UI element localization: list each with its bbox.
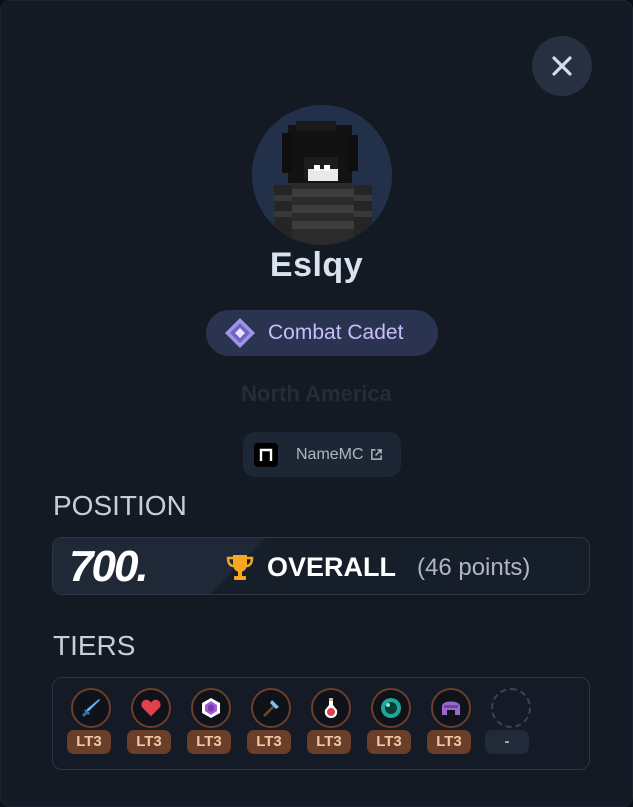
- tier-heart[interactable]: LT3: [127, 688, 173, 758]
- potion-icon: [324, 698, 338, 718]
- tier-pearl-circle: [371, 688, 411, 728]
- heart-icon: [141, 699, 161, 717]
- tier-badge: LT3: [247, 730, 291, 754]
- axe-icon: [263, 700, 279, 717]
- tier-heart-circle: [131, 688, 171, 728]
- empty-slot-icon: [491, 688, 531, 728]
- position-card: 700. OVERALL (46 points): [52, 537, 590, 595]
- tier-potion[interactable]: LT3: [307, 688, 353, 758]
- tier-crystal[interactable]: LT3: [187, 688, 233, 758]
- tier-potion-circle: [311, 688, 351, 728]
- tier-badge: LT3: [67, 730, 111, 754]
- tier-axe-circle: [251, 688, 291, 728]
- namemc-logo-icon: [254, 442, 278, 467]
- username: Eslqy: [269, 246, 364, 284]
- ender-pearl-icon: [381, 698, 401, 718]
- tiers-card: LT3 LT3 LT3 LT3 LT3 LT3 LT3 -: [52, 677, 590, 770]
- tier-pearl[interactable]: LT3: [367, 688, 413, 758]
- tier-empty-slot[interactable]: -: [485, 688, 533, 758]
- region-label: North America: [241, 381, 392, 406]
- tier-badge: -: [485, 730, 529, 754]
- namemc-label: NameMC: [296, 445, 364, 463]
- close-button[interactable]: [532, 36, 592, 96]
- position-number: 700.: [69, 542, 149, 591]
- rank-label: Combat Cadet: [268, 321, 404, 344]
- position-section-title: POSITION: [53, 490, 187, 521]
- sword-icon: [81, 699, 100, 718]
- tier-badge: LT3: [367, 730, 411, 754]
- tiers-section-title: TIERS: [53, 630, 136, 661]
- points-label: (46 points): [417, 554, 531, 581]
- tier-crystal-circle: [191, 688, 231, 728]
- tier-badge: LT3: [307, 730, 351, 754]
- profile-modal: Eslqy Combat Cadet North America NameMC …: [0, 0, 633, 807]
- netherite-helmet-icon: [442, 701, 460, 715]
- player-avatar: [252, 105, 392, 245]
- overall-label: OVERALL: [267, 552, 397, 582]
- tier-sword-circle: [71, 688, 111, 728]
- diamond-rank-icon: [225, 318, 255, 348]
- player-skin-render: [252, 105, 392, 245]
- trophy-icon: [226, 555, 254, 580]
- close-icon: [552, 56, 572, 76]
- tier-badge: LT3: [187, 730, 231, 754]
- rank-badge: Combat Cadet: [206, 310, 438, 356]
- tier-axe[interactable]: LT3: [247, 688, 293, 758]
- namemc-link[interactable]: NameMC: [243, 432, 401, 477]
- tier-sword[interactable]: LT3: [67, 688, 113, 758]
- tier-badge: LT3: [127, 730, 171, 754]
- tier-helmet[interactable]: LT3: [427, 688, 473, 758]
- tier-badge: LT3: [427, 730, 471, 754]
- external-link-icon: [370, 449, 382, 460]
- tier-helmet-circle: [431, 688, 471, 728]
- crystal-icon: [202, 698, 220, 718]
